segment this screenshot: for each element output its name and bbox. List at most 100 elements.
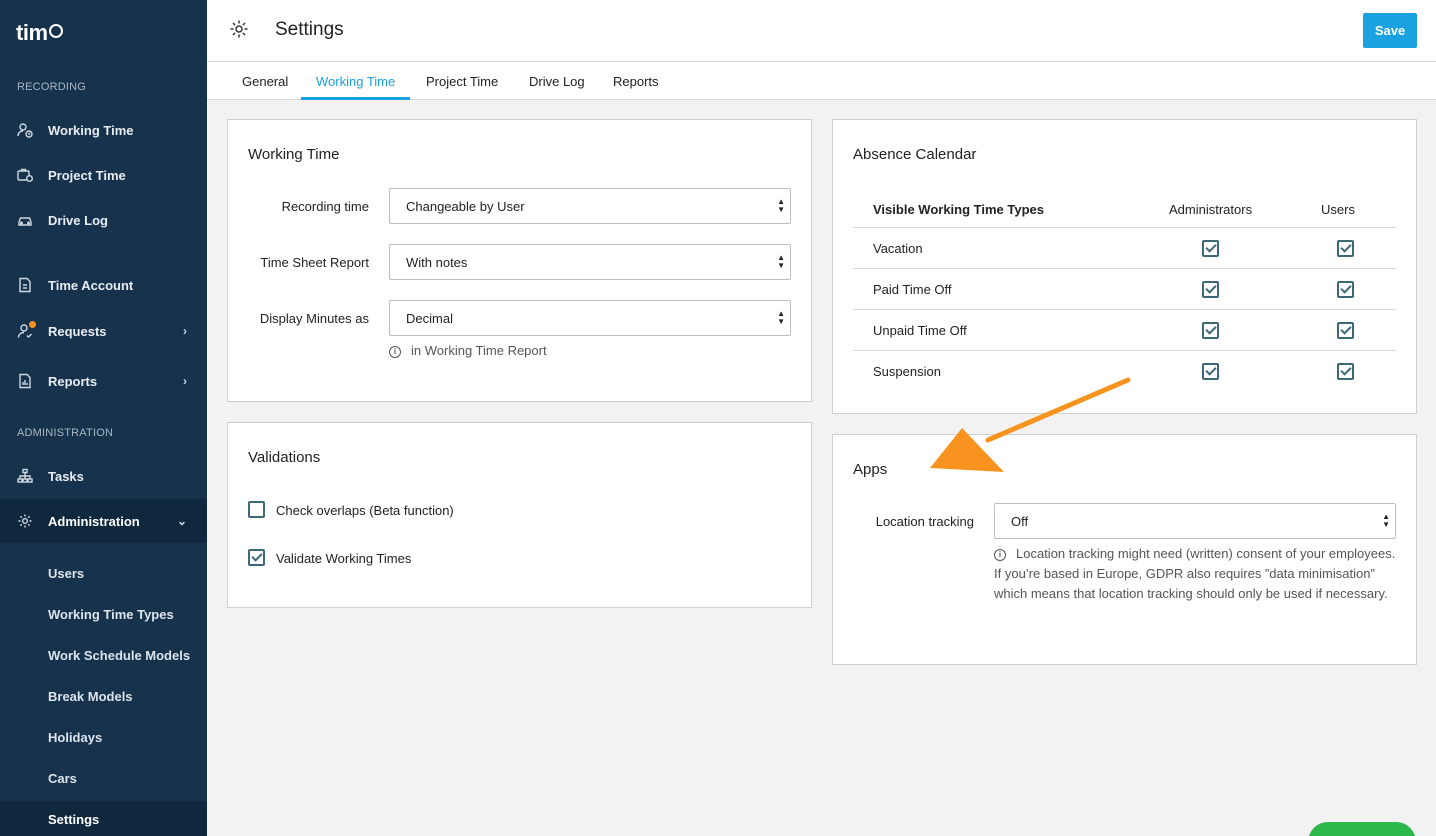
page-header: Settings Save [207,0,1436,62]
section-label-recording: RECORDING [17,81,87,93]
sidebar-item-working-time[interactable]: Working Time [0,108,207,152]
sidebar-subitem-users[interactable]: Users [0,555,207,591]
user-request-icon [17,321,36,339]
unpaid-time-off-users-checkbox[interactable] [1337,322,1354,339]
page-title: Settings [275,19,344,40]
working-time-card: Working Time Recording time Changeable b… [227,119,812,402]
sidebar-subitem-work-schedule-models[interactable]: Work Schedule Models [0,637,207,673]
location-tracking-label: Location tracking [875,514,974,529]
select-arrows-icon: ▲ ▼ [777,309,785,326]
display-minutes-hint: i in Working Time Report [389,341,547,361]
time-sheet-report-select[interactable]: With notes ▲ ▼ [389,244,791,280]
absence-calendar-card: Absence Calendar Visible Working Time Ty… [832,119,1417,414]
column-header-types: Visible Working Time Types [873,202,1044,217]
select-value: Off [1011,513,1029,529]
location-tracking-hint: i Location tracking might need (written) … [994,544,1404,604]
select-arrows-icon: ▲ ▼ [777,197,785,214]
info-icon: i [994,549,1006,561]
sidebar-item-drive-log[interactable]: Drive Log [0,198,207,242]
section-label-administration: ADMINISTRATION [17,427,114,439]
timr-logo[interactable]: tim [16,20,63,46]
chevron-down-icon: ⌄ [176,514,187,528]
table-row: Unpaid Time Off [853,310,1396,351]
chevron-right-icon: › [183,324,187,338]
chat-button[interactable] [1308,822,1416,836]
sidebar-item-label: Time Account [48,277,134,293]
absence-types-table: Visible Working Time Types Administrator… [853,200,1396,392]
display-minutes-label: Display Minutes as [259,311,369,326]
table-row: Paid Time Off [853,269,1396,310]
gear-icon [17,513,33,529]
column-header-administrators: Administrators [1169,202,1253,217]
time-sheet-report-label: Time Sheet Report [260,255,369,270]
briefcase-clock-icon [17,167,33,183]
location-tracking-select[interactable]: Off ▲ ▼ [994,503,1396,539]
sidebar-subitem-settings[interactable]: Settings [0,801,207,836]
sidebar-item-reports[interactable]: Reports › [0,359,207,403]
chevron-right-icon: › [183,374,187,388]
hint-text: in Working Time Report [411,343,547,358]
validate-working-times-checkbox[interactable] [248,549,265,566]
select-value: Decimal [406,310,453,326]
sidebar-item-requests[interactable]: Requests › [0,309,207,353]
tab-project-time[interactable]: Project Time [411,62,513,100]
suspension-admins-checkbox[interactable] [1202,363,1219,380]
sidebar-item-time-account[interactable]: Time Account [0,263,207,307]
recording-time-label: Recording time [281,199,369,214]
check-overlaps-label: Check overlaps (Beta function) [276,503,454,518]
validate-working-times-label: Validate Working Times [276,551,412,566]
sidebar-subitem-break-models[interactable]: Break Models [0,678,207,714]
save-button[interactable]: Save [1363,13,1417,48]
document-icon [17,277,33,293]
check-overlaps-checkbox[interactable] [248,501,265,518]
annotation-arrow [930,377,1131,472]
card-title: Absence Calendar [853,146,977,163]
sidebar-item-label: Drive Log [48,212,108,228]
vacation-users-checkbox[interactable] [1337,240,1354,257]
suspension-users-checkbox[interactable] [1337,363,1354,380]
display-minutes-select[interactable]: Decimal ▲ ▼ [389,300,791,336]
sidebar-subitem-working-time-types[interactable]: Working Time Types [0,596,207,632]
sidebar-subitem-cars[interactable]: Cars [0,760,207,796]
card-title: Working Time [248,146,340,163]
vacation-admins-checkbox[interactable] [1202,240,1219,257]
select-value: With notes [406,254,468,270]
sidebar-item-label: Working Time [48,122,134,138]
card-title: Apps [853,461,888,478]
row-label: Paid Time Off [873,282,952,297]
sidebar-item-project-time[interactable]: Project Time [0,153,207,197]
hierarchy-icon [17,468,33,484]
select-arrows-icon: ▲ ▼ [1382,512,1390,529]
unpaid-time-off-admins-checkbox[interactable] [1202,322,1219,339]
card-title: Validations [248,449,321,466]
sidebar-item-tasks[interactable]: Tasks [0,454,207,498]
row-label: Unpaid Time Off [873,323,967,338]
tab-general[interactable]: General [227,62,303,100]
hint-text: Location tracking might need (written) c… [994,546,1396,601]
sidebar-item-administration[interactable]: Administration ⌄ [0,499,207,543]
sidebar-item-label: Tasks [48,468,84,484]
tab-reports[interactable]: Reports [598,62,674,100]
table-header: Visible Working Time Types Administrator… [853,200,1396,228]
sidebar-subitem-holidays[interactable]: Holidays [0,719,207,755]
sidebar-item-label: Project Time [48,167,126,183]
paid-time-off-users-checkbox[interactable] [1337,281,1354,298]
column-header-users: Users [1321,202,1355,217]
sidebar-item-label: Requests [48,323,107,339]
notification-dot [29,321,36,328]
paid-time-off-admins-checkbox[interactable] [1202,281,1219,298]
car-icon [17,212,33,228]
table-row: Vacation [853,228,1396,269]
select-value: Changeable by User [406,198,525,214]
tab-working-time[interactable]: Working Time [301,62,411,100]
report-icon [17,373,33,389]
info-icon: i [389,346,401,358]
select-arrows-icon: ▲ ▼ [777,253,785,270]
validations-card: Validations Check overlaps (Beta functio… [227,422,812,608]
recording-time-select[interactable]: Changeable by User ▲ ▼ [389,188,791,224]
tab-drive-log[interactable]: Drive Log [514,62,600,100]
settings-tabs: General Working Time Project Time Drive … [207,62,1436,100]
row-label: Vacation [873,241,923,256]
gear-icon [229,19,249,39]
user-clock-icon [17,122,33,138]
